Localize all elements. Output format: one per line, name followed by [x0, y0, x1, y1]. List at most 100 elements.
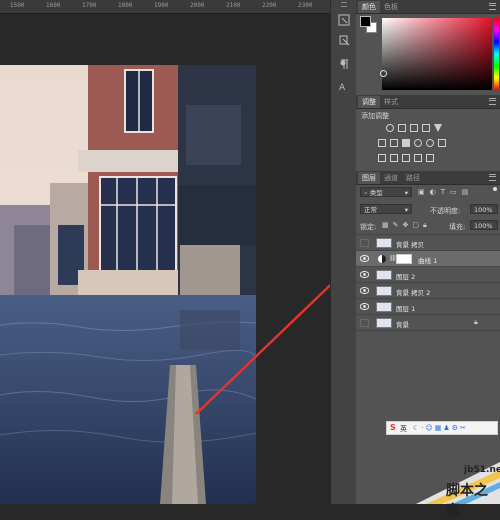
panel-menu-icon[interactable]: [489, 174, 496, 181]
blend-mode-value: 正常: [364, 206, 377, 214]
eye-icon[interactable]: [360, 255, 369, 262]
layer-name: 背景: [396, 321, 409, 329]
opacity-value: 100%: [474, 206, 493, 214]
invert-icon[interactable]: [378, 154, 386, 162]
ime-tool-icons[interactable]: ☾·☺▦♟⚙✂: [413, 424, 468, 432]
tab-paths[interactable]: 路径: [402, 172, 424, 184]
panel-menu-icon[interactable]: [489, 3, 496, 10]
hue-slider[interactable]: [494, 18, 499, 90]
layer-thumbnail: [376, 302, 392, 312]
properties-icon[interactable]: [338, 34, 350, 46]
layer-list: 背景 拷贝 ⛓ 曲线 1 图层 2 背景 拷贝 2 图层 1 背景 🔒︎: [356, 234, 500, 331]
black-white-icon[interactable]: [402, 139, 410, 147]
layer-row-background-copy-2[interactable]: 背景 拷贝 2: [356, 283, 500, 299]
visibility-off-box[interactable]: [360, 319, 369, 327]
layer-mask-thumbnail[interactable]: [396, 254, 412, 264]
lock-artboard-icon[interactable]: ▢: [412, 221, 419, 230]
lock-pixels-icon[interactable]: ✎: [393, 221, 399, 230]
layers-panel-tabs: 图层 通道 路径: [356, 171, 500, 185]
document-canvas-area[interactable]: 1500 1600 1700 1800 1900 2000 2100 2200 …: [0, 0, 356, 504]
shape-filter-icon[interactable]: ▭: [450, 188, 457, 196]
adjustments-panel-tabs: 调整 样式: [356, 95, 500, 109]
opacity-field[interactable]: 100%: [470, 204, 498, 214]
layer-thumbnail: [376, 318, 392, 328]
layer-row-layer-2[interactable]: 图层 2: [356, 267, 500, 283]
chevron-down-icon: ▾: [404, 189, 408, 197]
svg-text:A: A: [339, 83, 346, 92]
selective-color-icon[interactable]: [426, 154, 434, 162]
lock-transparency-icon[interactable]: ▦: [382, 221, 389, 230]
layer-row-background[interactable]: 背景 🔒︎: [356, 315, 500, 331]
watermark-text: 脚本之家: [446, 483, 488, 519]
add-adjustment-label: 添加调整: [361, 112, 389, 120]
posterize-icon[interactable]: [390, 154, 398, 162]
curves-icon[interactable]: [410, 124, 418, 132]
filter-kind-value: 类型: [369, 189, 383, 197]
layer-filter-kind-select[interactable]: ⌕ 类型 ▾: [360, 187, 412, 197]
brightness-icon[interactable]: [386, 124, 394, 132]
layer-name: 图层 2: [396, 273, 416, 281]
color-lookup-icon[interactable]: [438, 139, 446, 147]
color-picker-field[interactable]: [380, 18, 492, 90]
tab-channels[interactable]: 通道: [380, 172, 402, 184]
channel-mixer-icon[interactable]: [426, 139, 434, 147]
ime-brand-logo: S: [390, 423, 396, 432]
lock-all-icon[interactable]: 🔒︎: [423, 221, 427, 230]
pixel-filter-icon[interactable]: ▣: [418, 188, 425, 196]
hue-saturation-icon[interactable]: [378, 139, 386, 147]
fill-label: 填充:: [449, 223, 466, 231]
levels-icon[interactable]: [398, 124, 406, 132]
tab-adjustments[interactable]: 调整: [358, 96, 380, 108]
smart-object-filter-icon[interactable]: ▤: [462, 188, 469, 196]
adjustment-layer-icon: [378, 255, 386, 263]
fg-bg-color-swatch[interactable]: [360, 16, 377, 33]
lock-position-icon[interactable]: ✥: [403, 221, 409, 230]
type-filter-icon[interactable]: T: [441, 188, 445, 196]
right-panel-dock: 颜色 色板 调整 样式 添加调整 图层 通道 路径 ⌕ 类型 ▾ ▣ ◐ T ▭…: [356, 0, 500, 519]
visibility-off-box[interactable]: [360, 239, 369, 247]
adjustment-icons-row-1: [386, 124, 442, 132]
layer-filter-icons: ▣ ◐ T ▭ ▤: [418, 188, 468, 196]
tab-swatches[interactable]: 色板: [380, 1, 402, 13]
layer-row-background-copy[interactable]: 背景 拷贝: [356, 235, 500, 251]
paragraph-icon[interactable]: [338, 58, 350, 70]
layer-thumbnail: [376, 286, 392, 296]
lock-icon: 🔒︎: [474, 318, 478, 326]
blend-mode-select[interactable]: 正常 ▾: [360, 204, 412, 214]
tab-layers[interactable]: 图层: [358, 172, 380, 184]
adjustment-icons-row-2: [378, 139, 446, 147]
tab-color[interactable]: 颜色: [358, 1, 380, 13]
eye-icon[interactable]: [360, 303, 369, 310]
eye-icon[interactable]: [360, 287, 369, 294]
layer-name: 背景 拷贝 2: [396, 289, 431, 297]
layer-name: 背景 拷贝: [396, 241, 425, 249]
threshold-icon[interactable]: [402, 154, 410, 162]
opacity-label: 不透明度:: [430, 207, 461, 215]
ime-language[interactable]: 英: [400, 424, 407, 434]
character-icon[interactable]: A: [338, 80, 350, 93]
layer-thumbnail: [376, 238, 392, 248]
history-icon[interactable]: [338, 14, 350, 26]
color-balance-icon[interactable]: [390, 139, 398, 147]
watermark-site: jb51.net: [464, 465, 500, 475]
grip-icon: [341, 2, 347, 7]
photo-filter-icon[interactable]: [414, 139, 422, 147]
layer-name: 图层 1: [396, 305, 416, 313]
exposure-icon[interactable]: [422, 124, 430, 132]
filter-toggle-icon[interactable]: [493, 187, 497, 191]
layer-row-layer-1[interactable]: 图层 1: [356, 299, 500, 315]
fill-field[interactable]: 100%: [470, 220, 498, 230]
ime-toolbar[interactable]: S 英 ☾·☺▦♟⚙✂: [386, 421, 498, 435]
tab-styles[interactable]: 样式: [380, 96, 402, 108]
panel-menu-icon[interactable]: [489, 98, 496, 105]
layer-row-curves-1[interactable]: ⛓ 曲线 1: [356, 251, 500, 267]
adjustment-filter-icon[interactable]: ◐: [430, 188, 436, 196]
watermark-logo: jb51.net 脚本之家: [416, 444, 500, 519]
layer-thumbnail: [376, 270, 392, 280]
lock-label: 锁定:: [360, 223, 377, 231]
color-picker-cursor[interactable]: [380, 70, 387, 77]
panel-icon-strip: A: [330, 0, 358, 504]
eye-icon[interactable]: [360, 271, 369, 278]
vibrance-icon[interactable]: [434, 124, 442, 132]
gradient-map-icon[interactable]: [414, 154, 422, 162]
